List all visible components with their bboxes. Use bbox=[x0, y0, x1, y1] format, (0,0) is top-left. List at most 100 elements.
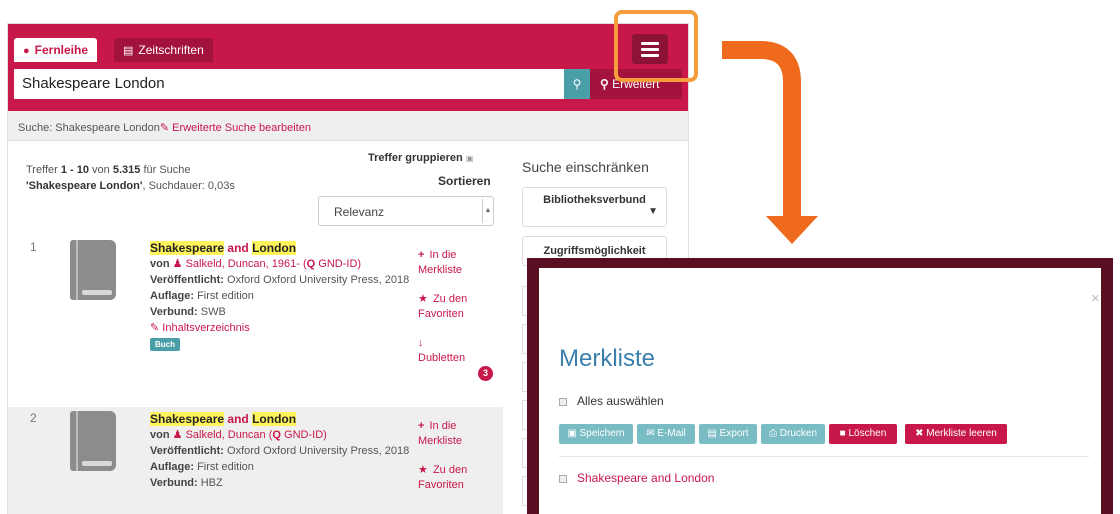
email-label: E-Mail bbox=[657, 428, 686, 439]
trash-icon: ■ bbox=[839, 428, 846, 439]
type-badge: Buch bbox=[150, 338, 180, 351]
author-link[interactable]: ♟ Salkeld, Duncan, 1961- bbox=[173, 258, 300, 270]
checkbox-icon bbox=[559, 397, 567, 406]
delete-button[interactable]: ■ Löschen bbox=[829, 424, 897, 444]
result-details: Shakespeare and London von ♟ Salkeld, Du… bbox=[150, 411, 415, 491]
select-all-checkbox[interactable]: Alles auswählen bbox=[559, 394, 664, 408]
edit-icon: ✎ bbox=[159, 122, 170, 134]
add-to-favorites-button[interactable]: ★ Zu den Favoriten bbox=[418, 292, 500, 322]
list-item[interactable]: Shakespeare and London bbox=[559, 471, 714, 485]
gnd-link[interactable]: (Q GND-ID) bbox=[269, 429, 327, 441]
add-to-list-button[interactable]: + In die Merkliste bbox=[418, 419, 500, 449]
search-input[interactable]: Shakespeare London bbox=[14, 69, 572, 99]
result-row: 2 Shakespeare and London von ♟ Salkeld, … bbox=[8, 407, 503, 514]
published-label: Veröffentlicht: bbox=[150, 274, 224, 286]
hits-of: von bbox=[89, 164, 113, 176]
title-connector: and bbox=[224, 241, 253, 255]
zoom-icon: ⚲ bbox=[600, 77, 609, 91]
network-value: SWB bbox=[200, 306, 226, 318]
clear-list-button[interactable]: ✖ Merkliste leeren bbox=[905, 424, 1007, 444]
list-icon: ▤ bbox=[707, 428, 717, 439]
title-highlight: Shakespeare bbox=[150, 412, 225, 426]
add-to-list-label: In die Merkliste bbox=[418, 249, 463, 276]
result-number: 2 bbox=[30, 411, 37, 425]
email-button[interactable]: ✉ E-Mail bbox=[637, 424, 695, 444]
result-title-link[interactable]: Shakespeare and London bbox=[150, 411, 415, 427]
published-label: Veröffentlicht: bbox=[150, 445, 224, 457]
hits-prefix: Treffer bbox=[26, 164, 61, 176]
book-icon bbox=[70, 411, 116, 471]
external-link-icon: ✎ bbox=[150, 322, 160, 334]
export-button[interactable]: ▤ Export bbox=[699, 424, 757, 444]
edition-line: Auflage: First edition bbox=[150, 459, 415, 475]
tab-fernleihe[interactable]: ● Fernleihe bbox=[14, 38, 98, 62]
user-icon: ♟ bbox=[172, 429, 183, 441]
edit-search-link[interactable]: ✎ Erweiterte Suche bearbeiten bbox=[160, 122, 311, 134]
close-icon[interactable]: × bbox=[1091, 290, 1100, 307]
gnd-link[interactable]: (Q GND-ID) bbox=[303, 258, 361, 270]
user-icon: ♟ bbox=[172, 258, 183, 270]
star-icon: ★ bbox=[418, 464, 428, 476]
tab-zeitschriften[interactable]: ▤ Zeitschriften bbox=[114, 38, 213, 62]
group-label: Treffer gruppieren bbox=[368, 152, 463, 164]
group-results-toggle[interactable]: Treffer gruppieren ▣ bbox=[368, 152, 473, 164]
add-to-favorites-button[interactable]: ★ Zu den Favoriten bbox=[418, 463, 500, 493]
envelope-icon: ✉ bbox=[646, 428, 655, 439]
result-row: 1 Shakespeare and London von ♟ Salkeld, … bbox=[8, 236, 503, 406]
checkbox-icon bbox=[559, 474, 567, 483]
network-line: Verbund: HBZ bbox=[150, 475, 415, 491]
clear-list-label: Merkliste leeren bbox=[926, 428, 997, 439]
result-title-link[interactable]: Shakespeare and London bbox=[150, 240, 415, 256]
edit-search-label: Erweiterte Suche bearbeiten bbox=[172, 122, 311, 134]
published-line: Veröffentlicht: Oxford Oxford University… bbox=[150, 272, 415, 288]
print-button[interactable]: ⎙ Drucken bbox=[761, 424, 825, 444]
printer-icon: ⎙ bbox=[768, 428, 777, 439]
author-name: Salkeld, Duncan bbox=[185, 429, 266, 441]
published-value: Oxford Oxford University Press, 2018 bbox=[227, 445, 410, 457]
header-bar: ● Fernleihe ▤ Zeitschriften Shakespeare Lo… bbox=[8, 24, 688, 111]
network-line: Verbund: SWB bbox=[150, 304, 415, 320]
menu-highlight-box bbox=[614, 10, 698, 82]
search-button[interactable]: ⚲ bbox=[564, 69, 590, 99]
print-label: Drucken bbox=[779, 428, 818, 439]
gnd-label: GND-ID bbox=[318, 258, 358, 270]
title-connector: and bbox=[224, 412, 253, 426]
author-link[interactable]: ♟ Salkeld, Duncan bbox=[173, 429, 266, 441]
edition-value: First edition bbox=[197, 290, 254, 302]
duplicates-button[interactable]: ↓ Dubletten 3 bbox=[418, 336, 500, 381]
delete-label: Löschen bbox=[848, 428, 887, 439]
facet-bibliotheksverbund[interactable]: Bibliotheksverbund ▼ bbox=[522, 187, 667, 227]
plus-icon: + bbox=[418, 249, 425, 261]
result-details: Shakespeare and London von ♟ Salkeld, Du… bbox=[150, 240, 415, 352]
select-all-label: Alles auswählen bbox=[577, 394, 664, 408]
result-number: 1 bbox=[30, 240, 37, 254]
times-icon: ✖ bbox=[915, 428, 924, 439]
network-value: HBZ bbox=[200, 477, 223, 489]
title-highlight: London bbox=[252, 241, 297, 255]
caret-down-icon: ▼ bbox=[648, 206, 658, 217]
modal-content: × Merkliste Alles auswählen ▣ Speichern … bbox=[539, 268, 1101, 514]
result-actions: + In die Merkliste ★ Zu den Favoriten ↓ D… bbox=[418, 248, 500, 381]
arrow-down-icon: ↓ bbox=[418, 337, 424, 349]
plus-icon: + bbox=[418, 420, 425, 432]
by-label: von bbox=[150, 429, 173, 441]
search-icon: ⚲ bbox=[572, 77, 582, 91]
hits-duration: , Suchdauer: 0,03s bbox=[142, 180, 235, 192]
globe-icon: ● bbox=[23, 45, 30, 57]
sort-select[interactable]: Relevanz ▲ bbox=[318, 196, 494, 226]
edition-value: First edition bbox=[197, 461, 254, 473]
title-highlight: London bbox=[252, 412, 297, 426]
checkbox-icon: ▣ bbox=[465, 154, 474, 163]
sort-label: Sortieren bbox=[438, 174, 491, 188]
facet-label: Bibliotheksverbund bbox=[543, 194, 646, 206]
gnd-label: GND-ID bbox=[284, 429, 324, 441]
screenshot-frame: ● Fernleihe ▤ Zeitschriften Shakespeare Lo… bbox=[0, 0, 1120, 514]
toc-link[interactable]: ✎ Inhaltsverzeichnis bbox=[150, 320, 415, 336]
save-button[interactable]: ▣ Speichern bbox=[559, 424, 633, 444]
search-icon: Q bbox=[272, 429, 281, 441]
list-item-title: Shakespeare and London bbox=[577, 471, 715, 485]
save-label: Speichern bbox=[579, 428, 625, 439]
edition-label: Auflage: bbox=[150, 461, 194, 473]
add-to-list-button[interactable]: + In die Merkliste bbox=[418, 248, 500, 278]
facet-label: Zugriffsmöglichkeit bbox=[543, 245, 646, 257]
